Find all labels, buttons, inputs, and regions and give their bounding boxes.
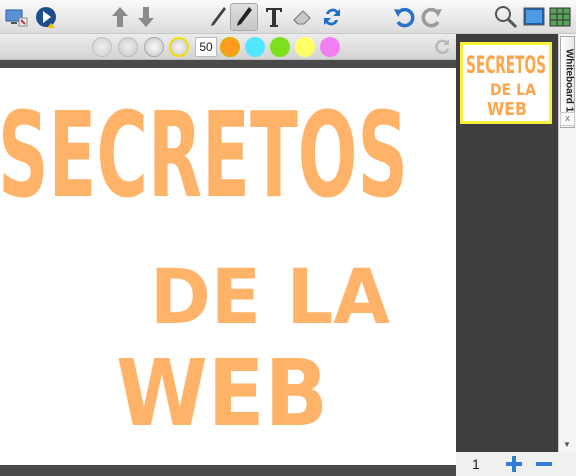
pen-properties-bar: 50 — [0, 34, 456, 60]
play-icon[interactable] — [32, 3, 60, 31]
canvas-top-border — [0, 60, 456, 68]
arrow-down-icon[interactable] — [132, 3, 160, 31]
pen-size-value[interactable]: 50 — [195, 37, 217, 57]
eraser-icon[interactable] — [288, 3, 316, 31]
page-number: 1 — [472, 456, 480, 472]
add-page-button[interactable] — [504, 454, 524, 474]
page-sorter-list: SECRETOS DE LA WEB — [456, 34, 558, 452]
whiteboard-app: 50 SECRETOS DE LA WEB SECRETOS DE LA WEB — [0, 0, 576, 476]
ink-line-1: SECRETOS — [0, 86, 408, 224]
grid-icon[interactable] — [546, 3, 574, 31]
undo-icon[interactable] — [390, 3, 418, 31]
color-swatch-cyan[interactable] — [245, 37, 265, 57]
page-sorter-footer: 1 — [456, 452, 576, 476]
redo-icon[interactable] — [418, 3, 446, 31]
text-icon[interactable] — [260, 3, 288, 31]
ink-line-2: DE LA — [150, 252, 390, 341]
delete-page-button[interactable] — [534, 454, 554, 474]
page-sorter-panel: SECRETOS DE LA WEB Whiteboard 1 x ▼ 1 — [456, 34, 576, 476]
whiteboard-canvas[interactable]: SECRETOS DE LA WEB — [0, 68, 456, 465]
ink-line-3: WEB — [116, 340, 328, 447]
color-swatch-green[interactable] — [270, 37, 290, 57]
tab-close-button[interactable]: x — [560, 112, 575, 126]
plus-icon — [506, 456, 522, 472]
background-icon[interactable] — [520, 3, 548, 31]
display-settings-icon[interactable] — [2, 3, 30, 31]
thumbnail-line-1: SECRETOS — [466, 51, 546, 79]
pen-size-xlarge[interactable] — [169, 37, 189, 57]
arrow-up-icon[interactable] — [106, 3, 134, 31]
canvas-drawing: SECRETOS DE LA WEB — [0, 86, 408, 447]
scroll-down-icon[interactable]: ▼ — [560, 440, 574, 452]
minus-icon — [536, 462, 552, 466]
page-thumbnail[interactable]: SECRETOS DE LA WEB — [460, 42, 552, 124]
color-swatch-orange[interactable] — [220, 37, 240, 57]
pen-size-large[interactable] — [144, 37, 164, 57]
color-swatch-yellow[interactable] — [295, 37, 315, 57]
color-swatch-pink[interactable] — [320, 37, 340, 57]
zoom-icon[interactable] — [492, 3, 520, 31]
thumbnail-line-3: WEB — [487, 99, 527, 120]
refresh-icon[interactable] — [428, 33, 456, 61]
pen-size-small[interactable] — [92, 37, 112, 57]
swap-icon[interactable] — [318, 3, 346, 31]
pen-icon[interactable] — [204, 3, 232, 31]
main-toolbar — [0, 0, 576, 34]
marker-icon[interactable] — [230, 3, 258, 31]
canvas-bottom-border — [0, 465, 456, 476]
thumbnail-line-2: DE LA — [490, 80, 537, 99]
thumbnail-drawing: SECRETOS DE LA WEB — [466, 51, 546, 120]
pen-size-medium[interactable] — [118, 37, 138, 57]
